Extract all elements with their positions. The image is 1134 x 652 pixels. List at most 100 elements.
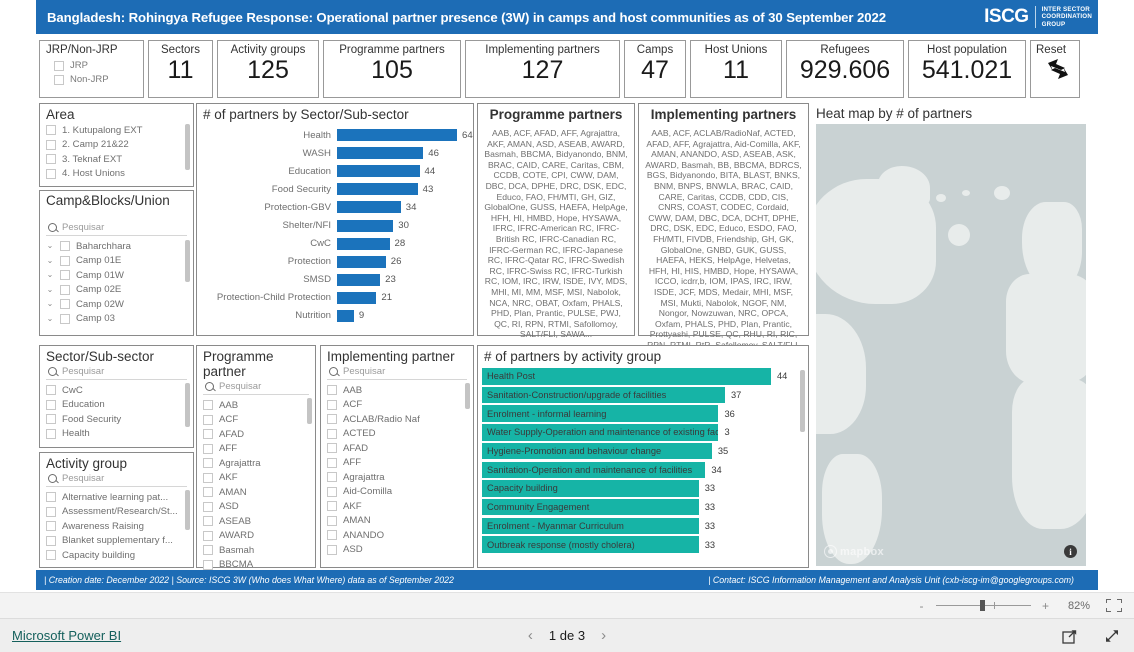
kpi-card-activity-groups[interactable]: Activity groups 125 [217, 40, 319, 98]
programme-partner-search-input[interactable]: Pesquisar [197, 379, 315, 394]
zoom-in-button[interactable]: + [1041, 599, 1050, 613]
checkbox-icon[interactable] [203, 559, 213, 570]
scrollbar[interactable] [185, 383, 190, 427]
kpi-card-programme-partners[interactable]: Programme partners 105 [323, 40, 461, 98]
chevron-down-icon[interactable]: ⌄ [46, 300, 54, 308]
slicer-activity-group[interactable]: Activity group Pesquisar Alternative lea… [39, 452, 194, 568]
kpi-card-sectors[interactable]: Sectors 11 [148, 40, 213, 98]
checkbox-icon[interactable] [46, 550, 56, 561]
kpi-card-camps[interactable]: Camps 47 [624, 40, 686, 98]
slicer-programme-partner-item[interactable]: ASEAB [203, 514, 315, 529]
sector-bar-row[interactable]: Health 64 [197, 126, 473, 144]
checkbox-icon[interactable] [203, 429, 213, 440]
share-icon[interactable] [1062, 628, 1078, 644]
kpi-card-host-population[interactable]: Host population 541.021 [908, 40, 1026, 98]
slicer-programme-partner-item[interactable]: Agrajattra [203, 456, 315, 471]
chevron-down-icon[interactable]: ⌄ [46, 242, 54, 250]
slicer-activity-group-item[interactable]: Alternative learning pat... [46, 490, 193, 505]
slicer-area-item[interactable]: 4. Host Unions [46, 167, 193, 182]
slicer-implementing-partner-item[interactable]: ACF [327, 398, 473, 413]
reset-button[interactable]: Reset [1030, 40, 1080, 98]
sector-bar-row[interactable]: SMSD 23 [197, 271, 473, 289]
slicer-area-item[interactable]: 3. Teknaf EXT [46, 152, 193, 167]
zoom-slider-thumb[interactable] [980, 600, 985, 611]
sector-bar[interactable] [337, 255, 386, 268]
checkbox-icon[interactable] [203, 472, 213, 483]
checkbox-icon[interactable] [327, 501, 337, 512]
scrollbar[interactable] [185, 124, 190, 170]
slicer-implementing-partner-item[interactable]: AFF [327, 456, 473, 471]
chevron-down-icon[interactable]: ⌄ [46, 271, 54, 279]
sector-bar[interactable] [337, 291, 377, 304]
slicer-programme-partner-item[interactable]: Basmah [203, 543, 315, 558]
slicer-activity-group-item[interactable]: Capacity building [46, 548, 193, 563]
checkbox-icon[interactable] [327, 443, 337, 454]
zoom-slider[interactable] [936, 600, 1031, 611]
activity-bar[interactable]: Enrolment - Myanmar Curriculum [482, 517, 699, 535]
slicer-sector[interactable]: Sector/Sub-sector Pesquisar CwC Education… [39, 345, 194, 448]
slicer-sector-item[interactable]: Food Security [46, 412, 193, 427]
checkbox-icon[interactable] [327, 428, 337, 439]
sector-bar-row[interactable]: CwC 28 [197, 235, 473, 253]
slicer-camp-blocks[interactable]: Camp&Blocks/Union Pesquisar ⌄ Baharchhara… [39, 190, 194, 336]
sector-bar[interactable] [337, 237, 390, 250]
slicer-implementing-partner-item[interactable]: ACLAB/Radio Naf [327, 412, 473, 427]
slicer-implementing-partner-item[interactable]: ASD [327, 543, 473, 558]
activity-bar[interactable]: Water Supply-Operation and maintenance o… [482, 424, 719, 441]
checkbox-icon[interactable] [46, 154, 56, 165]
activity-bar-row[interactable]: Hygiene-Promotion and behaviour change 35 [482, 442, 796, 461]
checkbox-icon[interactable] [46, 414, 56, 425]
slicer-camp-blocks-item[interactable]: ⌄ Baharchhara [46, 239, 193, 254]
checkbox-icon[interactable] [203, 487, 213, 498]
checkbox-icon[interactable] [46, 399, 56, 410]
checkbox-icon[interactable] [203, 458, 213, 469]
checkbox-icon[interactable] [46, 506, 56, 517]
activity-bar-row[interactable]: Community Engagement 33 [482, 498, 796, 517]
chevron-down-icon[interactable]: ⌄ [46, 314, 54, 323]
checkbox-icon[interactable] [60, 284, 70, 295]
checkbox-icon[interactable] [46, 535, 56, 546]
activity-bar-row[interactable]: Capacity building 33 [482, 479, 796, 498]
checkbox-icon[interactable] [327, 457, 337, 468]
activity-bar-row[interactable]: Water Supply-Operation and maintenance o… [482, 423, 796, 442]
activity-bar[interactable]: Sanitation-Construction/upgrade of facil… [482, 386, 726, 404]
sector-bar-row[interactable]: WASH 46 [197, 144, 473, 162]
mapbox-logo[interactable]: mapbox [824, 545, 884, 558]
checkbox-icon[interactable] [203, 530, 213, 541]
fullscreen-icon[interactable] [1104, 628, 1120, 644]
activity-bar[interactable]: Enrolment - informal learning [482, 405, 719, 422]
activity-bar-row[interactable]: Sanitation-Construction/upgrade of facil… [482, 386, 796, 405]
sector-bar[interactable] [337, 309, 354, 322]
chevron-right-icon[interactable]: › [601, 627, 606, 644]
slicer-area-item[interactable]: 1. Kutupalong EXT [46, 123, 193, 138]
sector-bar[interactable] [337, 183, 418, 196]
slicer-activity-group-list[interactable]: Alternative learning pat... Assessment/Re… [40, 489, 193, 563]
slicer-area-item[interactable]: 2. Camp 21&22 [46, 138, 193, 153]
sector-bar-row[interactable]: Shelter/NFI 30 [197, 216, 473, 234]
chart-partners-by-activity-group[interactable]: # of partners by activity group Health P… [477, 345, 809, 568]
checkbox-icon[interactable] [60, 299, 70, 310]
checkbox-icon[interactable] [327, 385, 337, 396]
jrp-option-jrp[interactable]: JRP [54, 60, 88, 71]
sector-bar[interactable] [337, 219, 394, 232]
sector-bar-row[interactable]: Protection-GBV 34 [197, 198, 473, 216]
checkbox-icon[interactable] [327, 530, 337, 541]
slicer-camp-blocks-item[interactable]: ⌄ Camp 02W [46, 297, 193, 312]
power-bi-brand-link[interactable]: Microsoft Power BI [12, 628, 121, 643]
slicer-programme-partner-list[interactable]: AAB ACF AFAD AFF Agrajattra AKF AMAN ASD ASEAB AW… [197, 397, 315, 572]
slicer-activity-group-item[interactable]: Awareness Raising [46, 519, 193, 534]
checkbox-icon[interactable] [60, 255, 70, 266]
slicer-camp-blocks-list[interactable]: ⌄ Baharchhara ⌄ Camp 01E ⌄ Camp 01W ⌄ Camp 02E ⌄… [40, 238, 193, 326]
slicer-implementing-partner-item[interactable]: AFAD [327, 441, 473, 456]
checkbox-icon[interactable] [46, 139, 56, 150]
activity-bar-row[interactable]: Enrolment - Myanmar Curriculum 33 [482, 517, 796, 536]
chevron-down-icon[interactable]: ⌄ [46, 256, 54, 265]
slicer-programme-partner-item[interactable]: AFAD [203, 427, 315, 442]
slicer-implementing-partner-item[interactable]: Agrajattra [327, 470, 473, 485]
chevron-left-icon[interactable]: ‹ [528, 627, 533, 644]
fit-to-page-icon[interactable] [1106, 599, 1122, 612]
slicer-camp-blocks-item[interactable]: ⌄ Camp 01W [46, 268, 193, 283]
sector-bar[interactable] [337, 201, 401, 214]
slicer-programme-partner-item[interactable]: AFF [203, 442, 315, 457]
camp-blocks-search-input[interactable]: Pesquisar [40, 220, 193, 235]
